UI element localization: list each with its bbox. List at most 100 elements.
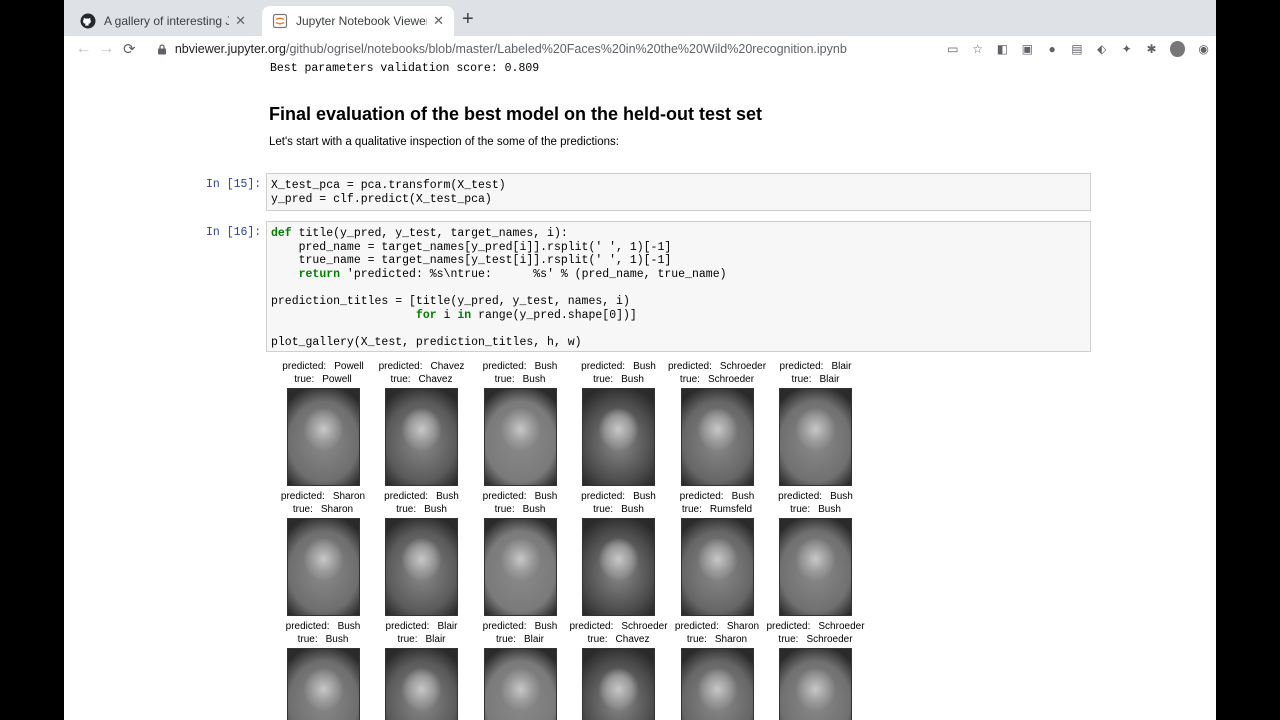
prediction-caption: predicted: Bush true: Bush xyxy=(767,490,865,516)
face-image xyxy=(582,648,655,720)
address-bar[interactable]: nbviewer.jupyter.org/github/ogrisel/note… xyxy=(157,42,941,56)
caption-predicted-label: predicted: xyxy=(280,491,325,502)
face-image xyxy=(779,648,852,720)
browser-toolbar: ← → ⟳ nbviewer.jupyter.org/github/ogrise… xyxy=(64,36,1216,62)
caption-predicted-label: predicted: xyxy=(581,491,626,502)
face-image xyxy=(483,648,557,720)
url-host: nbviewer.jupyter.org xyxy=(174,42,286,56)
face-image xyxy=(779,388,852,486)
github-icon xyxy=(80,13,96,29)
prediction-caption: predicted: Bush true: Bush xyxy=(570,360,668,386)
close-icon[interactable]: ✕ xyxy=(433,13,444,29)
caption-predicted-label: predicted: xyxy=(779,361,824,372)
true-name: Bush xyxy=(621,374,644,385)
true-name: Blair xyxy=(425,634,446,645)
tab-title: Jupyter Notebook Viewer xyxy=(296,14,428,28)
notebook-page: Best parameters validation score: 0.809 … xyxy=(64,62,1216,720)
forward-arrow-icon[interactable]: → xyxy=(95,40,118,58)
true-name: Rumsfeld xyxy=(709,504,753,515)
new-tab-icon[interactable]: + xyxy=(462,9,474,29)
caption-true-label: true: xyxy=(297,634,318,645)
caption-predicted-label: predicted: xyxy=(766,621,811,632)
true-name: Chavez xyxy=(615,634,650,645)
true-name: Sharon xyxy=(320,504,354,515)
gallery-item: predicted: Sharon true: Sharon xyxy=(668,620,766,720)
true-name: Bush xyxy=(522,504,546,515)
gallery-item: predicted: Powell true: Powell xyxy=(274,360,372,486)
prediction-caption: predicted: Blair true: Blair xyxy=(767,360,865,386)
gallery-item: predicted: Bush true: Bush xyxy=(471,490,569,616)
predicted-name: Bush xyxy=(633,361,656,372)
true-name: Bush xyxy=(325,634,349,645)
caption-true-label: true: xyxy=(587,634,608,645)
gallery-item: predicted: Bush true: Rumsfeld xyxy=(668,490,766,616)
caption-predicted-label: predicted: xyxy=(778,491,823,502)
intro-text: Let's start with a qualitative inspectio… xyxy=(269,136,619,148)
back-arrow-icon[interactable]: ← xyxy=(72,40,95,58)
face-image xyxy=(680,518,754,616)
caption-true-label: true: xyxy=(495,634,516,645)
close-icon[interactable]: ✕ xyxy=(235,13,246,29)
avatar[interactable] xyxy=(1169,41,1186,57)
extension-icon[interactable]: ▣ xyxy=(1015,42,1040,56)
predicted-name: Bush xyxy=(830,491,853,502)
prediction-caption: predicted: Schroeder true: Schroeder xyxy=(766,620,864,646)
lock-icon xyxy=(157,43,166,54)
code-cell-16[interactable]: def title(y_pred, y_test, target_names, … xyxy=(266,221,1091,352)
translate-icon[interactable]: ◧ xyxy=(990,42,1015,56)
settings-icon[interactable]: ✱ xyxy=(1139,42,1164,56)
face-image xyxy=(286,388,360,486)
caption-true-label: true: xyxy=(790,504,811,515)
prediction-caption: predicted: Bush true: Bush xyxy=(471,490,569,516)
caption-predicted-label: predicted: xyxy=(384,491,429,502)
face-image xyxy=(286,648,360,720)
url-path: /github/ogrisel/notebooks/blob/master/La… xyxy=(286,42,847,56)
star-icon[interactable]: ☆ xyxy=(965,42,990,56)
caption-true-label: true: xyxy=(494,504,515,515)
cell-prompt-16: In [16]: xyxy=(206,226,262,239)
record-icon[interactable]: ● xyxy=(1040,42,1065,56)
refresh-icon[interactable]: ⟳ xyxy=(118,40,141,58)
caption-predicted-label: predicted: xyxy=(482,361,527,372)
jupyter-icon xyxy=(272,13,288,29)
tab-gallery[interactable]: A gallery of interesting Jupyter ✕ xyxy=(70,6,256,36)
caption-predicted-label: predicted: xyxy=(482,621,527,632)
predicted-name: Sharon xyxy=(332,491,366,502)
caption-predicted-label: predicted: xyxy=(482,491,527,502)
predicted-name: Bush xyxy=(633,491,656,502)
gallery-item: predicted: Bush true: Blair xyxy=(471,620,569,720)
predicted-name: Powell xyxy=(334,361,364,372)
caption-true-label: true: xyxy=(494,374,515,385)
gallery-item: predicted: Schroeder true: Schroeder xyxy=(766,620,865,720)
prediction-caption: predicted: Sharon true: Sharon xyxy=(274,490,372,516)
predicted-name: Sharon xyxy=(726,621,760,632)
cast-icon[interactable]: ▭ xyxy=(940,42,965,56)
browser-window: A gallery of interesting Jupyter ✕ Jupyt… xyxy=(64,0,1216,720)
code-cell-15[interactable]: X_test_pca = pca.transform(X_test) y_pre… xyxy=(266,173,1091,211)
tab-nbviewer[interactable]: Jupyter Notebook Viewer ✕ xyxy=(262,6,454,36)
caption-true-label: true: xyxy=(390,374,411,385)
prediction-caption: predicted: Schroeder true: Chavez xyxy=(569,620,667,646)
predicted-name: Bush xyxy=(731,491,755,502)
predicted-name: Bush xyxy=(534,621,558,632)
caption-predicted-label: predicted: xyxy=(581,361,626,372)
face-image xyxy=(680,388,754,486)
true-name: Bush xyxy=(818,504,841,515)
gallery-item: predicted: Bush true: Bush xyxy=(373,490,471,616)
pocket-icon[interactable]: ⬖ xyxy=(1089,42,1114,56)
screenshot-icon[interactable]: ▤ xyxy=(1065,42,1090,56)
caption-predicted-label: predicted: xyxy=(378,361,423,372)
caption-predicted-label: predicted: xyxy=(285,621,330,632)
profile-icon[interactable]: ◉ xyxy=(1191,42,1216,56)
puzzle-icon[interactable]: ✦ xyxy=(1114,42,1139,56)
prediction-caption: predicted: Bush true: Bush xyxy=(373,490,471,516)
face-image xyxy=(483,518,557,616)
caption-true-label: true: xyxy=(396,504,417,515)
true-name: Sharon xyxy=(714,634,748,645)
true-name: Bush xyxy=(621,504,644,515)
face-image xyxy=(483,388,557,486)
caption-predicted-label: predicted: xyxy=(679,491,724,502)
gallery-item: predicted: Bush true: Bush xyxy=(570,490,668,616)
prediction-caption: predicted: Schroeder true: Schroeder xyxy=(668,360,766,386)
predicted-name: Bush xyxy=(534,491,558,502)
